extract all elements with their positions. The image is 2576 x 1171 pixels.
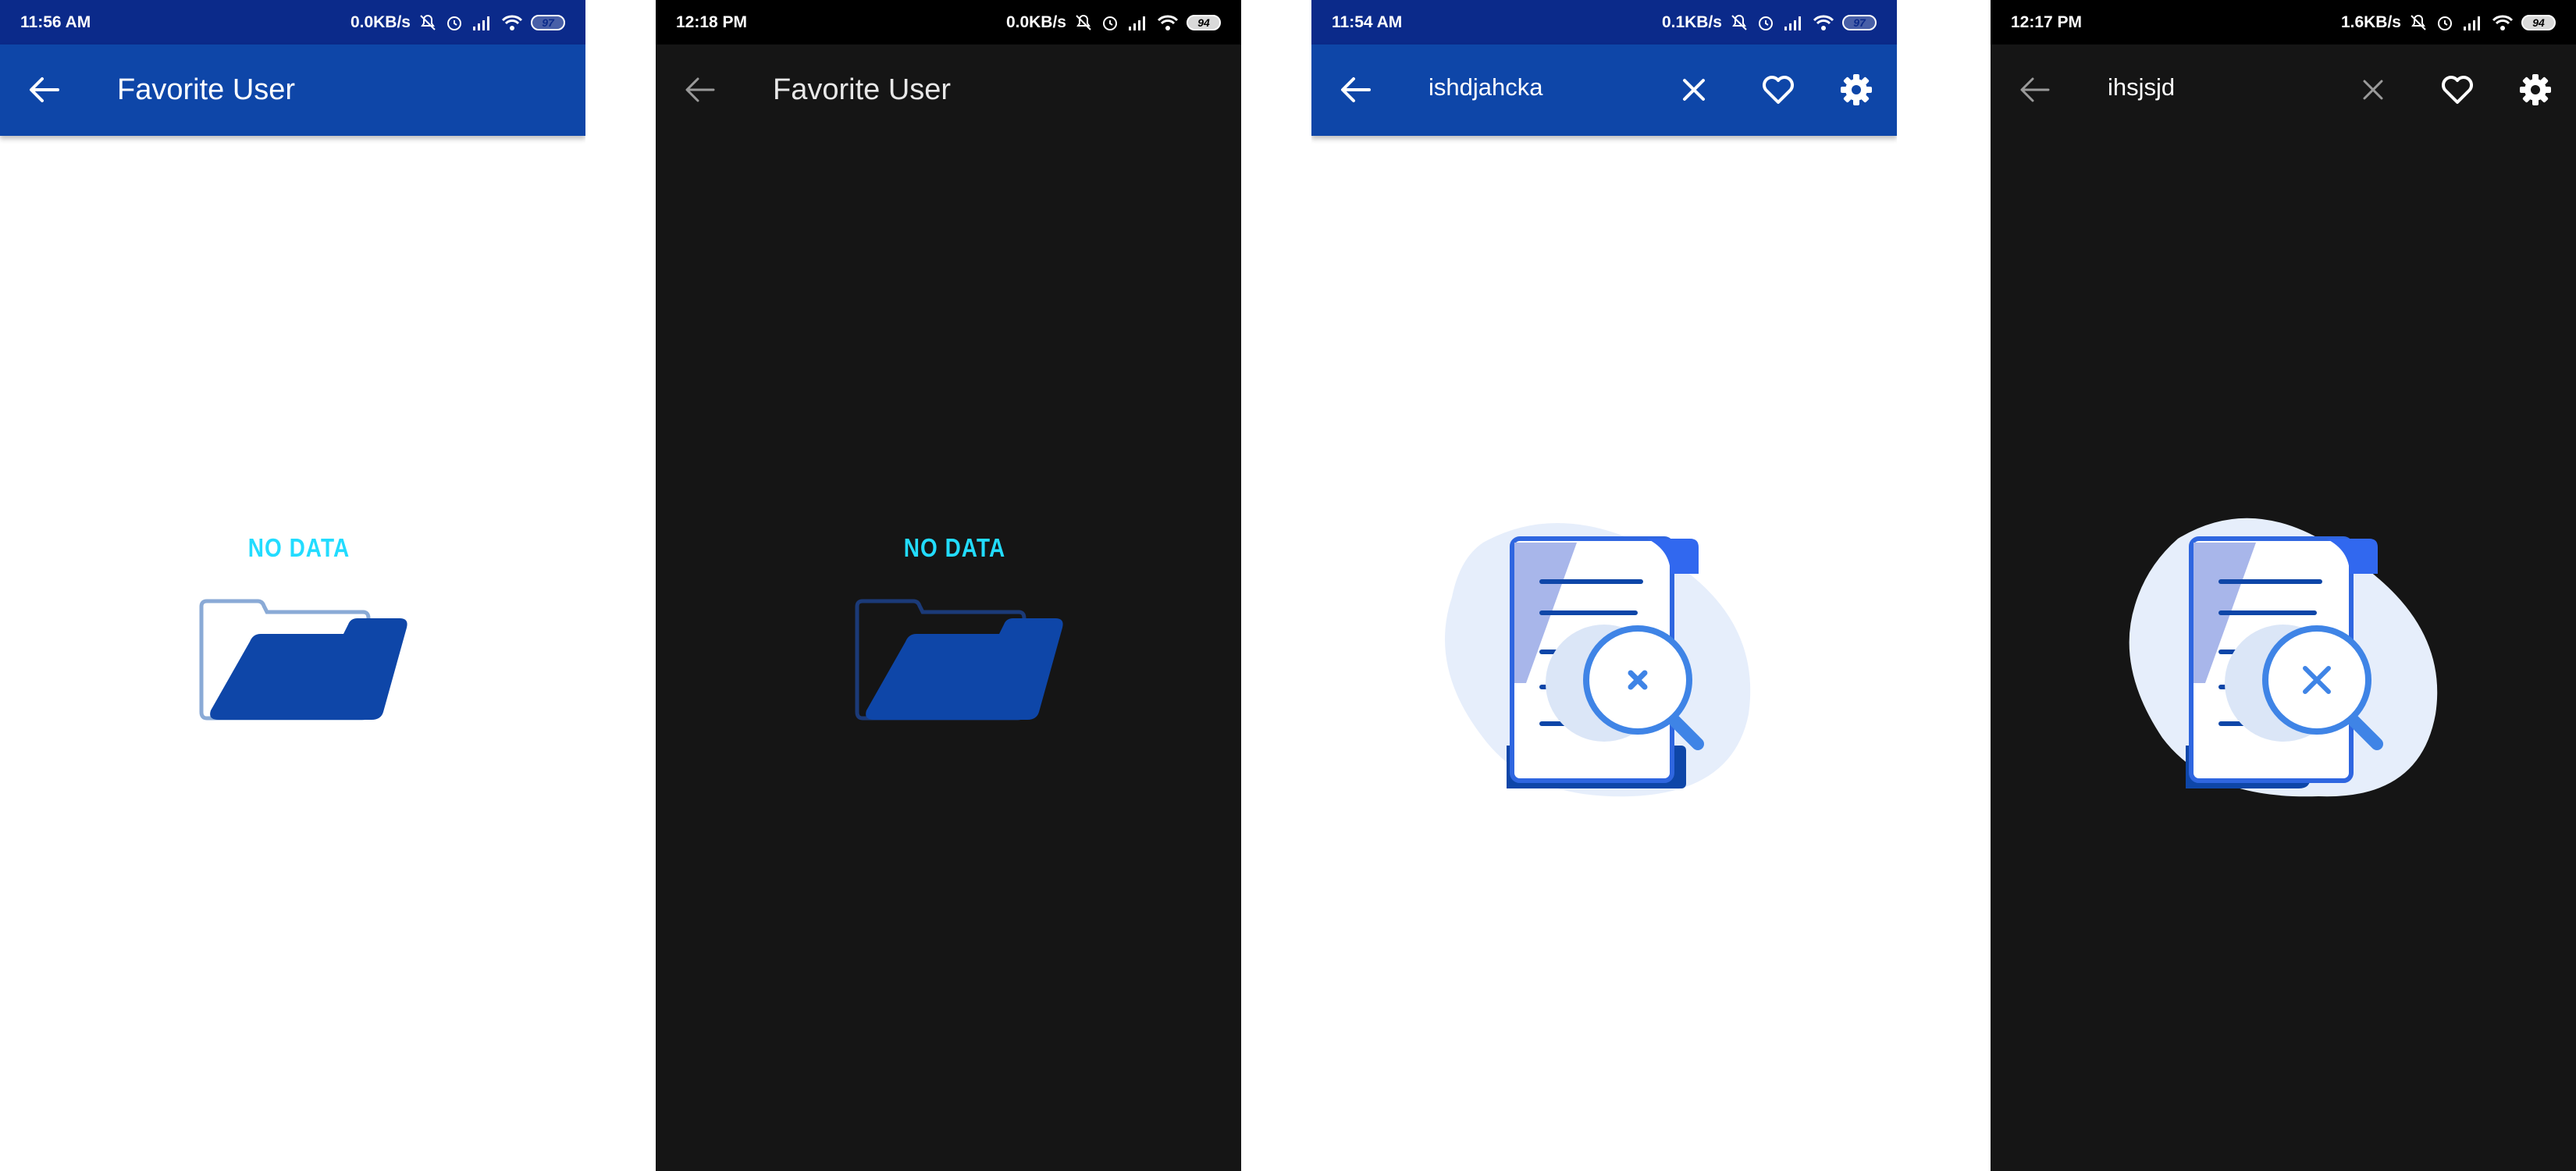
back-arrow-icon[interactable] [682, 74, 717, 105]
network-speed: 0.1KB/s [1661, 12, 1722, 31]
battery-indicator: 94 [1187, 14, 1221, 30]
network-speed: 0.0KB/s [350, 12, 411, 31]
back-arrow-icon[interactable] [2017, 74, 2051, 105]
alarm-icon [447, 16, 461, 30]
search-input[interactable]: ishdjahcka [1429, 44, 1542, 130]
phone-screen-search-light: 11:54 AM 0.1KB/s 97 ishdjahcka [1311, 0, 1897, 1171]
app-bar: ishdjahcka [1311, 44, 1897, 136]
phone-screen-favorites-dark: 12:18 PM 0.0KB/s 94 Favorite User NO DAT… [656, 0, 1241, 1171]
alarm-icon [1759, 16, 1773, 30]
signal-icon [2464, 16, 2480, 30]
folder-icon [199, 599, 407, 721]
page-title: Favorite User [117, 73, 296, 106]
app-bar: Favorite User [656, 44, 1241, 136]
signal-icon [1784, 16, 1801, 30]
wifi-icon [1813, 15, 1834, 30]
no-data-label: NO DATA [903, 532, 1006, 562]
close-icon[interactable] [1675, 71, 1713, 109]
phone-screen-favorites-light: 11:56 AM 0.0KB/s 97 Favorite User NO DAT… [0, 0, 585, 1171]
status-bar: 12:17 PM 1.6KB/s 94 [1991, 0, 2576, 44]
status-time: 11:54 AM [1332, 12, 1403, 31]
status-time: 12:18 PM [676, 12, 748, 31]
bell-off-icon [420, 14, 436, 30]
status-time: 11:56 AM [20, 12, 91, 31]
heart-icon[interactable] [2439, 71, 2476, 109]
bell-off-icon [1731, 14, 1747, 30]
signal-icon [1129, 16, 1145, 30]
battery-indicator: 97 [1842, 14, 1877, 30]
bell-off-icon [1076, 14, 1091, 30]
phone-screen-search-dark: 12:17 PM 1.6KB/s 94 ihsjsjd [1991, 0, 2576, 1171]
network-speed: 0.0KB/s [1005, 12, 1066, 31]
status-bar: 11:54 AM 0.1KB/s 97 [1311, 0, 1897, 44]
wifi-icon [2492, 15, 2514, 30]
signal-icon [473, 16, 489, 30]
no-data-label: NO DATA [247, 532, 350, 562]
folder-icon [855, 599, 1063, 721]
search-input[interactable]: ihsjsjd [2108, 44, 2175, 130]
back-arrow-icon[interactable] [27, 74, 61, 105]
wifi-icon [501, 15, 523, 30]
bell-off-icon [2411, 14, 2426, 30]
alarm-icon [2438, 16, 2452, 30]
document-search-not-found-icon [2129, 518, 2438, 797]
alarm-icon [1103, 16, 1117, 30]
document-search-not-found-icon [1445, 523, 1751, 797]
battery-indicator: 97 [531, 14, 565, 30]
status-bar: 12:18 PM 0.0KB/s 94 [656, 0, 1241, 44]
close-icon[interactable] [2354, 71, 2392, 109]
app-bar: ihsjsjd [1991, 44, 2576, 136]
gear-icon[interactable] [2517, 71, 2554, 109]
status-time: 12:17 PM [2011, 12, 2083, 31]
status-bar: 11:56 AM 0.0KB/s 97 [0, 0, 585, 44]
wifi-icon [1157, 15, 1179, 30]
back-arrow-icon[interactable] [1338, 74, 1372, 105]
app-bar: Favorite User [0, 44, 585, 136]
network-speed: 1.6KB/s [2340, 12, 2401, 31]
heart-icon[interactable] [1759, 71, 1797, 109]
battery-indicator: 94 [2521, 14, 2556, 30]
gear-icon[interactable] [1838, 71, 1875, 109]
page-title: Favorite User [773, 73, 952, 106]
